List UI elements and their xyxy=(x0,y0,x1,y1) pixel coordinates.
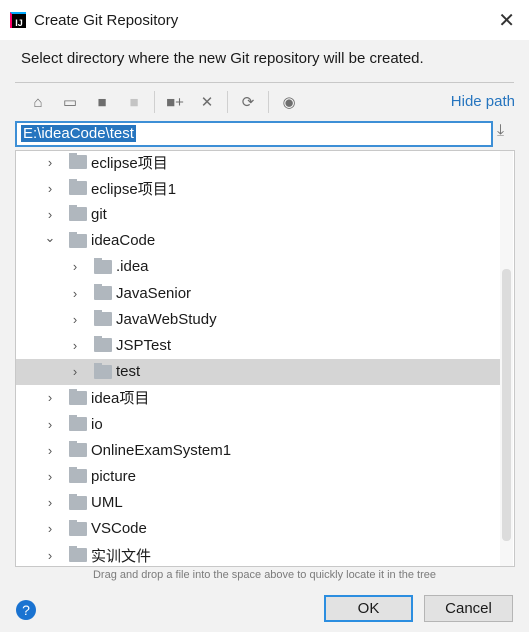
chevron-right-icon[interactable]: › xyxy=(69,364,81,379)
folder-icon xyxy=(69,205,87,222)
tree-item-label: VSCode xyxy=(91,520,147,538)
tree-item[interactable]: › .idea xyxy=(16,254,500,280)
tree-item[interactable]: › VSCode xyxy=(16,516,500,542)
delete-icon[interactable]: ✕ xyxy=(191,90,223,114)
folder-icon xyxy=(94,362,112,379)
toolbar-separator xyxy=(154,91,155,113)
chevron-right-icon[interactable]: › xyxy=(44,495,56,510)
tree-item-label: ideaCode xyxy=(91,232,156,250)
folder-icon xyxy=(69,179,87,196)
tree-item-label: eclipse项目1 xyxy=(91,180,177,198)
path-value: E:\ideaCode\test xyxy=(21,125,136,142)
path-input[interactable]: E:\ideaCode\test xyxy=(15,121,493,147)
project-folder-icon[interactable]: ■ xyxy=(86,90,118,114)
tree-item-label: picture xyxy=(91,467,137,485)
folder-icon xyxy=(94,310,112,327)
chevron-right-icon[interactable]: › xyxy=(44,181,56,196)
tree-item-label: eclipse项目 xyxy=(91,154,168,172)
tree-item[interactable]: › UML xyxy=(16,490,500,516)
tree-item[interactable]: › test xyxy=(16,358,500,385)
chevron-right-icon[interactable]: › xyxy=(44,417,56,432)
tree-item[interactable]: › eclipse项目1 xyxy=(16,175,500,201)
folder-icon xyxy=(94,284,112,300)
tree-item[interactable]: › picture xyxy=(16,463,500,489)
download-icon[interactable]: ⤓ xyxy=(497,122,504,140)
chevron-right-icon[interactable]: › xyxy=(44,207,56,222)
folder-icon xyxy=(69,493,87,510)
tree-item-label: JSPTest xyxy=(116,336,172,354)
folder-icon xyxy=(69,231,87,248)
chevron-right-icon[interactable]: › xyxy=(44,548,56,563)
chevron-right-icon[interactable]: › xyxy=(69,286,81,301)
desktop-icon[interactable]: ▭ xyxy=(54,90,86,114)
new-folder-icon[interactable]: ■+ xyxy=(159,90,191,114)
tree-item-label: UML xyxy=(91,494,123,512)
toolbar-separator xyxy=(227,91,228,113)
ok-button[interactable]: OK xyxy=(324,595,413,622)
tree-item[interactable]: › 实训文件 xyxy=(16,542,500,566)
folder-icon xyxy=(69,415,87,431)
folder-icon xyxy=(69,519,87,536)
chevron-right-icon[interactable]: › xyxy=(44,155,56,170)
toolbar: ⌂ ▭ ■ ■ ■+ ✕ ⟳ ◉ xyxy=(22,90,305,114)
toolbar-separator xyxy=(268,91,269,113)
intellij-logo-icon: IJ xyxy=(10,12,26,28)
folder-icon xyxy=(69,388,87,405)
instruction-text: Select directory where the new Git repos… xyxy=(21,50,424,67)
module-folder-icon[interactable]: ■ xyxy=(118,90,150,114)
folder-icon xyxy=(69,441,87,458)
window-title: Create Git Repository xyxy=(34,11,179,29)
tree-item-label: git xyxy=(91,205,107,223)
folder-icon xyxy=(94,336,112,353)
folder-icon xyxy=(69,153,87,169)
tree-item-label: io xyxy=(91,415,103,433)
drag-drop-hint: Drag and drop a file into the space abov… xyxy=(92,569,437,581)
tree-item[interactable]: › io xyxy=(16,411,500,437)
refresh-icon[interactable]: ⟳ xyxy=(232,90,264,114)
chevron-right-icon[interactable]: › xyxy=(44,443,56,458)
folder-icon xyxy=(69,546,87,562)
scrollbar[interactable] xyxy=(500,151,513,566)
chevron-right-icon[interactable]: › xyxy=(44,521,56,536)
show-hidden-icon[interactable]: ◉ xyxy=(273,90,305,114)
title-bar: IJ Create Git Repository ✕ xyxy=(0,0,529,40)
tree-item-label: .idea xyxy=(116,258,149,276)
divider xyxy=(15,82,514,83)
help-button[interactable]: ? xyxy=(16,600,36,620)
scrollbar-thumb[interactable] xyxy=(502,269,511,541)
tree-item[interactable]: › OnlineExamSystem1 xyxy=(16,437,500,463)
tree-item-label: idea项目 xyxy=(91,390,150,408)
tree-item[interactable]: ⌄ ideaCode xyxy=(16,228,500,254)
hide-path-link[interactable]: Hide path xyxy=(451,93,515,110)
cancel-button[interactable]: Cancel xyxy=(424,595,513,622)
tree-item-label: JavaWebStudy xyxy=(116,310,217,328)
folder-icon xyxy=(94,257,112,274)
close-button[interactable]: ✕ xyxy=(498,8,515,33)
home-icon[interactable]: ⌂ xyxy=(22,90,54,114)
chevron-right-icon[interactable]: › xyxy=(44,390,56,405)
tree-item[interactable]: › idea项目 xyxy=(16,385,500,411)
chevron-right-icon[interactable]: › xyxy=(69,259,81,274)
chevron-right-icon[interactable]: › xyxy=(69,338,81,353)
tree-item[interactable]: › JavaWebStudy xyxy=(16,306,500,332)
tree-item[interactable]: › git xyxy=(16,201,500,227)
tree-item-label: OnlineExamSystem1 xyxy=(91,441,232,459)
tree-item-label: JavaSenior xyxy=(116,284,192,302)
tree-item-label: test xyxy=(116,363,141,381)
chevron-down-icon[interactable]: ⌄ xyxy=(44,230,56,246)
chevron-right-icon[interactable]: › xyxy=(44,469,56,484)
tree-item-label: 实训文件 xyxy=(91,547,152,565)
chevron-right-icon[interactable]: › xyxy=(69,312,81,327)
directory-tree[interactable]: › 实训文件 › VSCode › UML › picture › OnlineExamSyste… xyxy=(15,150,515,567)
folder-icon xyxy=(69,467,87,484)
tree-item[interactable]: › JavaSenior xyxy=(16,280,500,306)
tree-item[interactable]: › eclipse项目 xyxy=(16,151,500,175)
tree-item[interactable]: › JSPTest xyxy=(16,332,500,358)
